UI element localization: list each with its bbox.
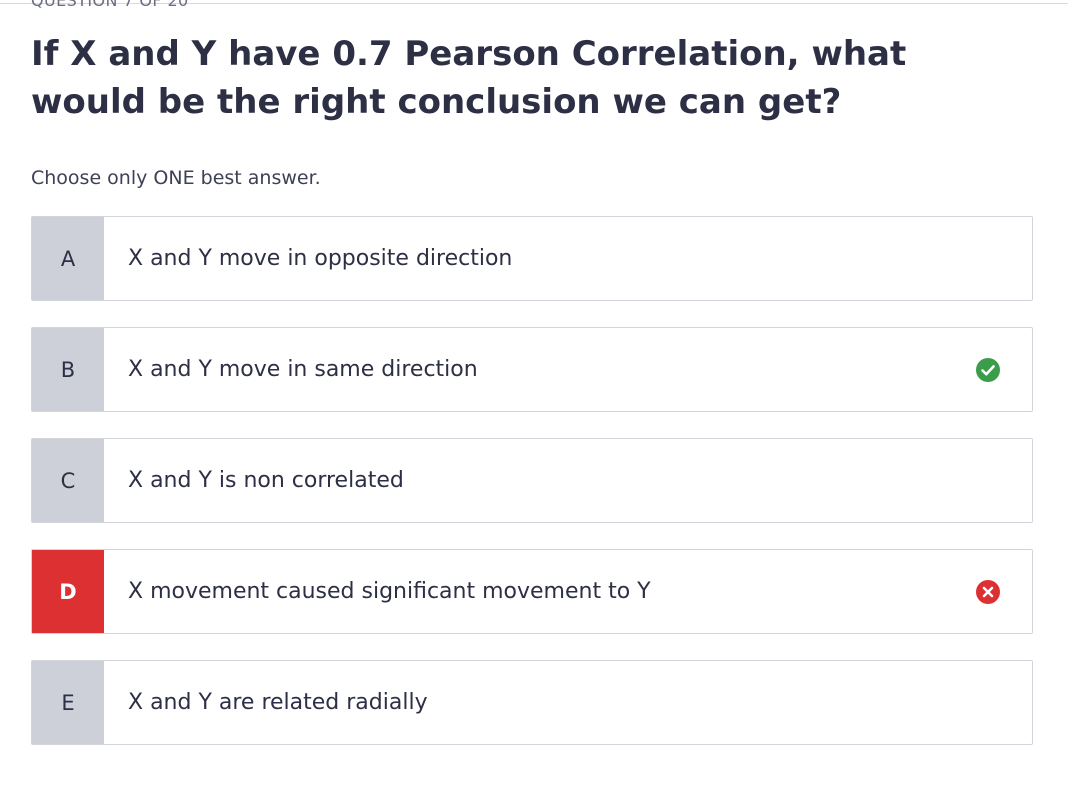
option-letter: B <box>32 328 104 411</box>
option-letter: A <box>32 217 104 300</box>
option-e[interactable]: E X and Y are related radially <box>31 660 1033 745</box>
option-text: X movement caused significant movement t… <box>128 579 651 604</box>
option-b[interactable]: B X and Y move in same direction <box>31 327 1033 412</box>
option-letter: C <box>32 439 104 522</box>
instruction-text: Choose only ONE best answer. <box>31 167 321 189</box>
check-circle-icon <box>976 357 1000 382</box>
option-text: X and Y move in opposite direction <box>128 246 513 271</box>
x-circle-icon <box>976 579 1000 604</box>
option-c[interactable]: C X and Y is non correlated <box>31 438 1033 523</box>
question-text: If X and Y have 0.7 Pearson Correlation,… <box>31 34 907 122</box>
option-letter: D <box>32 550 104 633</box>
answer-options: A X and Y move in opposite direction B X… <box>31 216 1033 771</box>
option-a[interactable]: A X and Y move in opposite direction <box>31 216 1033 301</box>
option-d[interactable]: D X movement caused significant movement… <box>31 549 1033 634</box>
option-text: X and Y move in same direction <box>128 357 478 382</box>
question-counter: QUESTION 7 OF 20 <box>31 0 189 10</box>
option-text: X and Y is non correlated <box>128 468 404 493</box>
option-letter: E <box>32 661 104 744</box>
option-text: X and Y are related radially <box>128 690 428 715</box>
